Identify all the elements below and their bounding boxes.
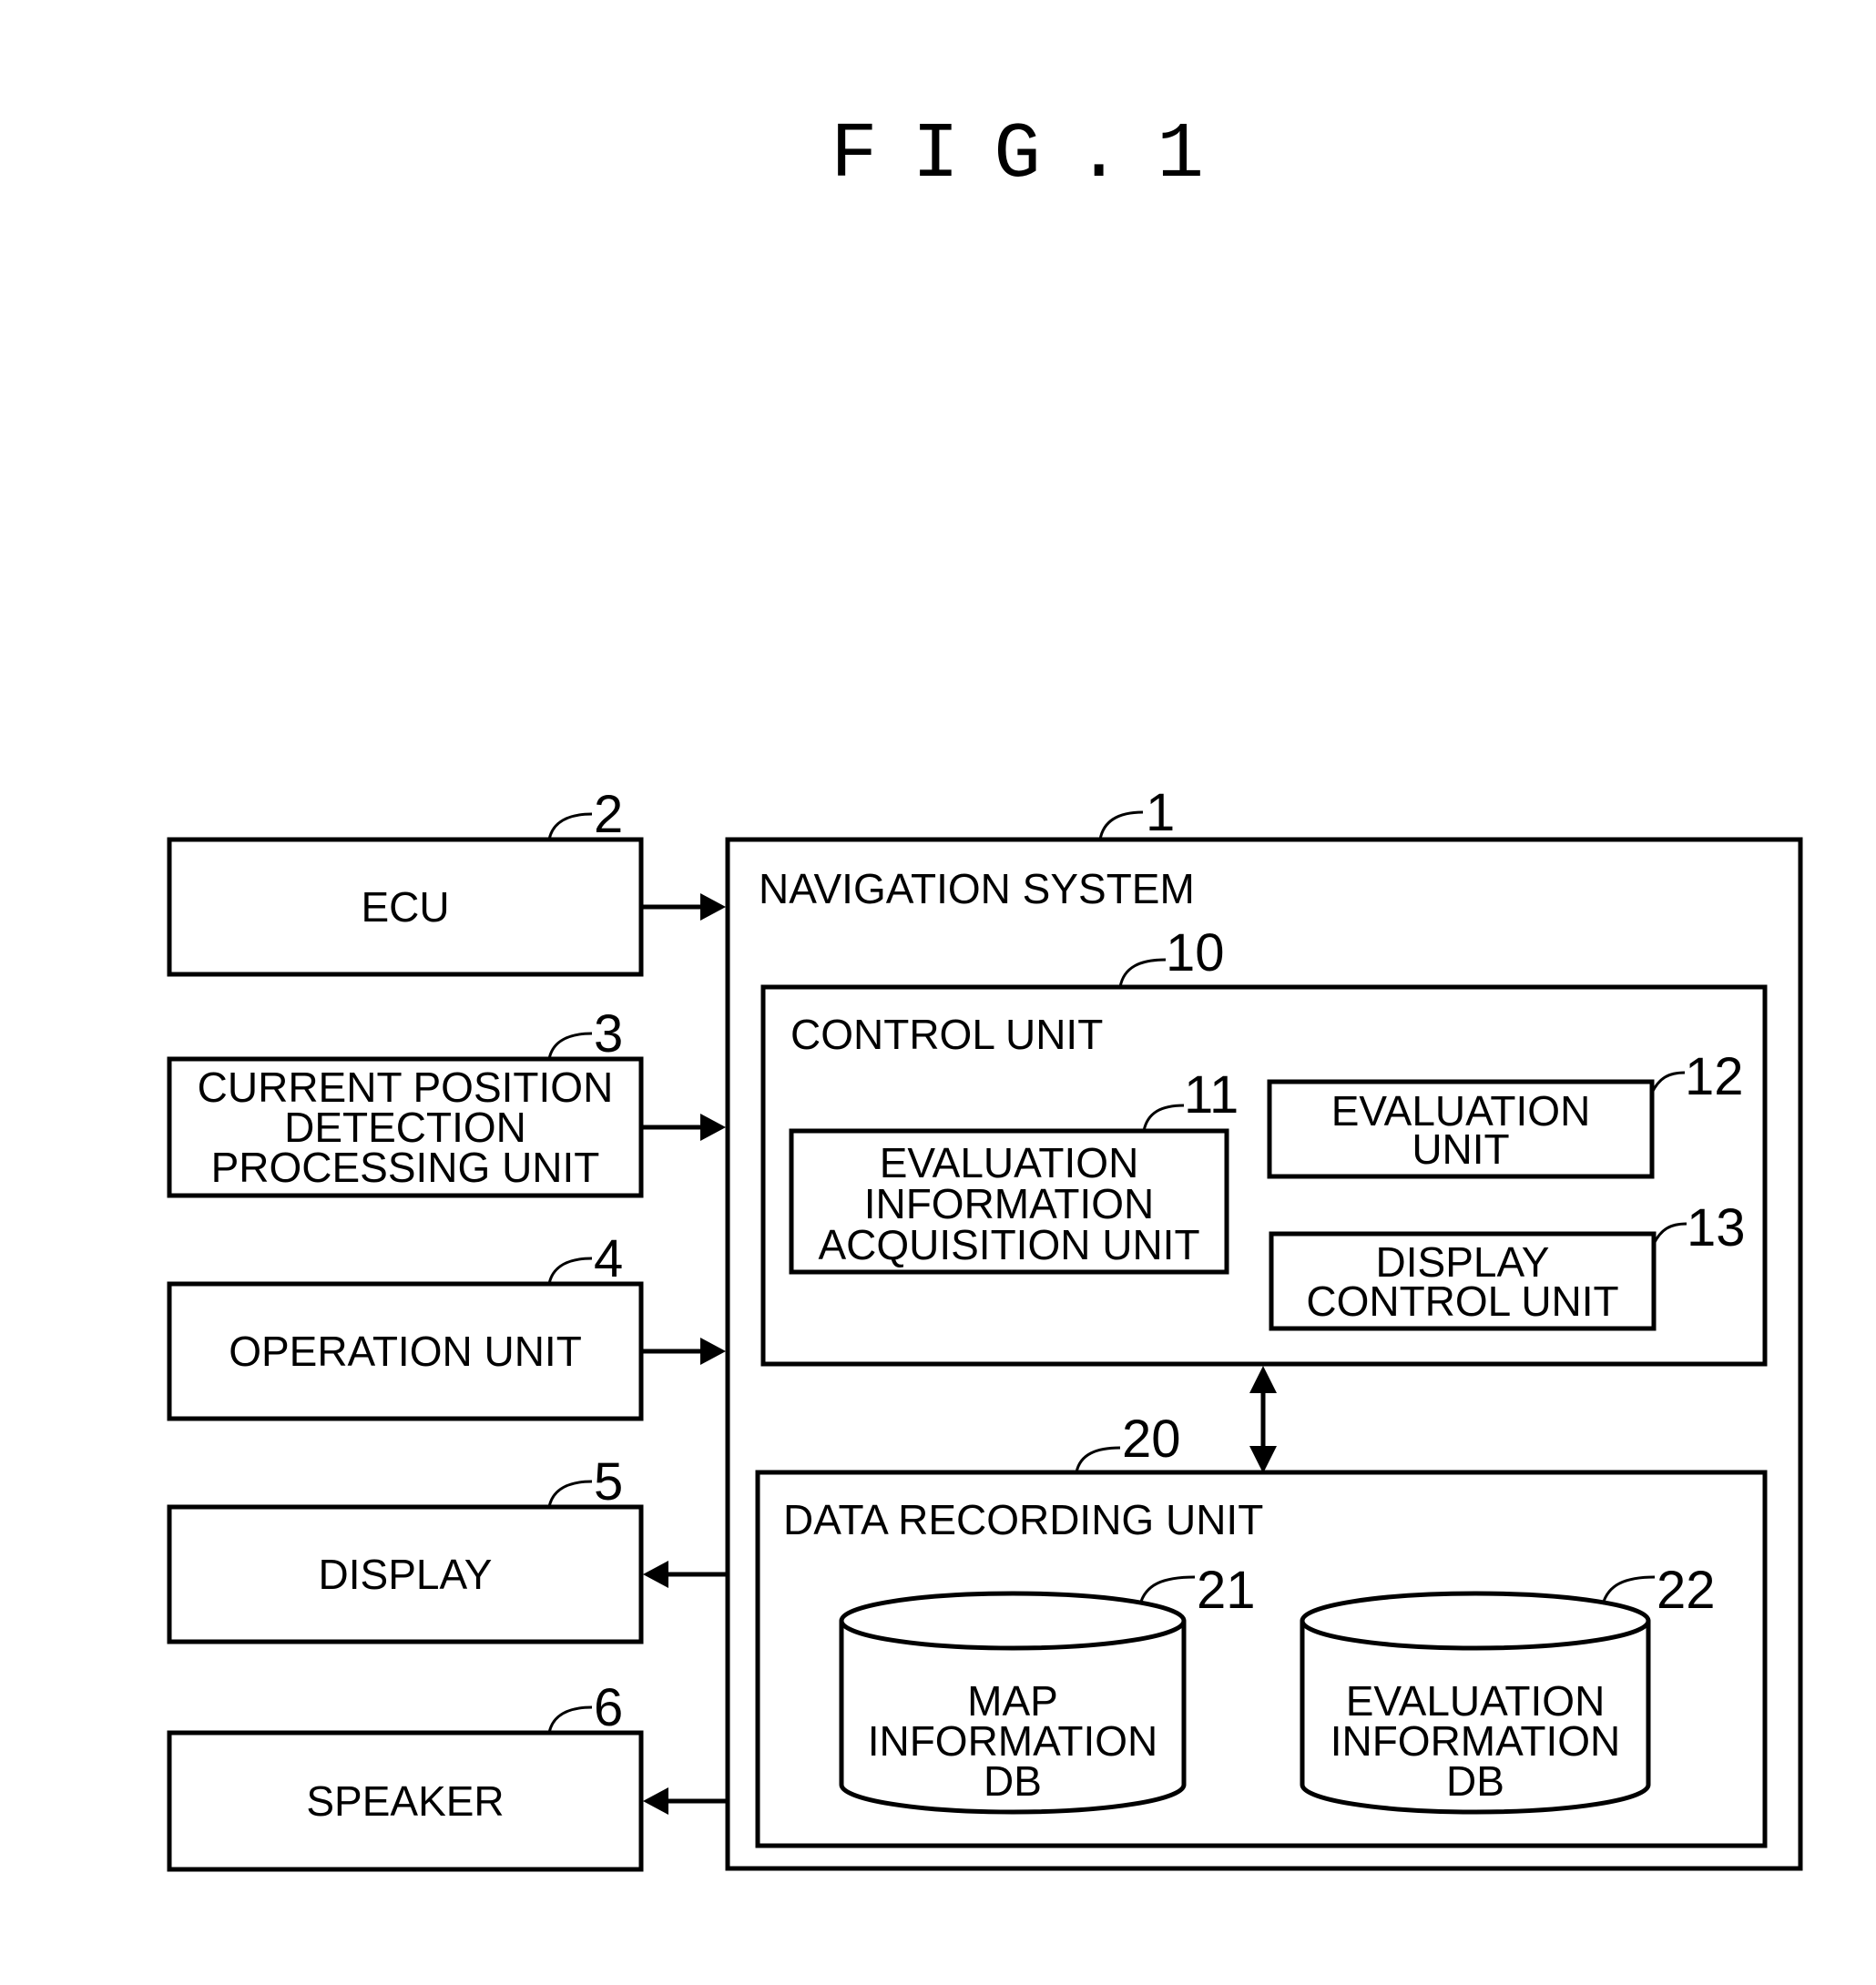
external-unit-speaker: 6 SPEAKER — [167, 1678, 728, 1872]
ref-number-2: 2 — [594, 785, 623, 844]
database-label-line: DB — [1446, 1757, 1504, 1805]
ref-number-1: 1 — [1146, 783, 1175, 842]
sub-unit-label-line: ACQUISITION UNIT — [818, 1221, 1199, 1268]
database-label-line: DB — [984, 1757, 1042, 1805]
ref-number-11: 11 — [1184, 1065, 1239, 1125]
unit-label-line: PROCESSING UNIT — [211, 1144, 600, 1191]
ref-leader — [547, 1480, 593, 1508]
unit-label-line: OPERATION UNIT — [229, 1328, 582, 1375]
ref-leader — [547, 1032, 593, 1060]
sub-unit-label-line: UNIT — [1412, 1125, 1509, 1173]
ref-number-10: 10 — [1166, 923, 1225, 982]
ref-leader — [1098, 810, 1144, 840]
unit-label-line: DISPLAY — [319, 1551, 493, 1598]
ref-leader — [547, 1705, 593, 1734]
ref-number-20: 20 — [1122, 1410, 1181, 1469]
ref-number-4: 4 — [594, 1229, 623, 1288]
unit-label-line: ECU — [361, 883, 449, 931]
ref-leader — [547, 1257, 593, 1285]
navigation-system-label: NAVIGATION SYSTEM — [759, 865, 1195, 912]
data-recording-unit-label: DATA RECORDING UNIT — [783, 1496, 1263, 1543]
sub-unit-label-line: CONTROL UNIT — [1306, 1278, 1618, 1325]
figure-title: FIG.1 — [831, 110, 1239, 199]
control-unit-block: 10 CONTROL UNIT 11 EVALUATION INFORMATIO… — [760, 923, 1768, 1367]
external-unit-ecu: 2 ECU — [167, 785, 726, 977]
external-unit-current-position-detection-processing-unit: 3CURRENT POSITIONDETECTIONPROCESSING UNI… — [167, 1004, 726, 1198]
ref-number-3: 3 — [594, 1004, 623, 1064]
arrowhead-right-icon — [700, 1114, 726, 1141]
ref-number-13: 13 — [1687, 1198, 1746, 1257]
ref-number-12: 12 — [1685, 1047, 1744, 1106]
block-diagram: FIG.1 1 NAVIGATION SYSTEM 10 CONTROL UNI… — [167, 110, 1803, 1872]
ref-number-6: 6 — [594, 1678, 623, 1737]
ref-leader — [547, 812, 593, 840]
arrowhead-left-icon — [643, 1561, 668, 1588]
arrowhead-right-icon — [700, 893, 726, 921]
arrowhead-left-icon — [643, 1787, 668, 1815]
ref-number-22: 22 — [1657, 1561, 1716, 1620]
control-unit-label: CONTROL UNIT — [790, 1011, 1103, 1058]
external-unit-operation-unit: 4 OPERATION UNIT — [167, 1229, 726, 1421]
external-unit-display: 5 DISPLAY — [167, 1452, 728, 1644]
unit-label-line: SPEAKER — [306, 1777, 504, 1825]
ref-number-5: 5 — [594, 1452, 623, 1512]
arrowhead-right-icon — [700, 1338, 726, 1365]
ref-number-21: 21 — [1197, 1561, 1256, 1620]
